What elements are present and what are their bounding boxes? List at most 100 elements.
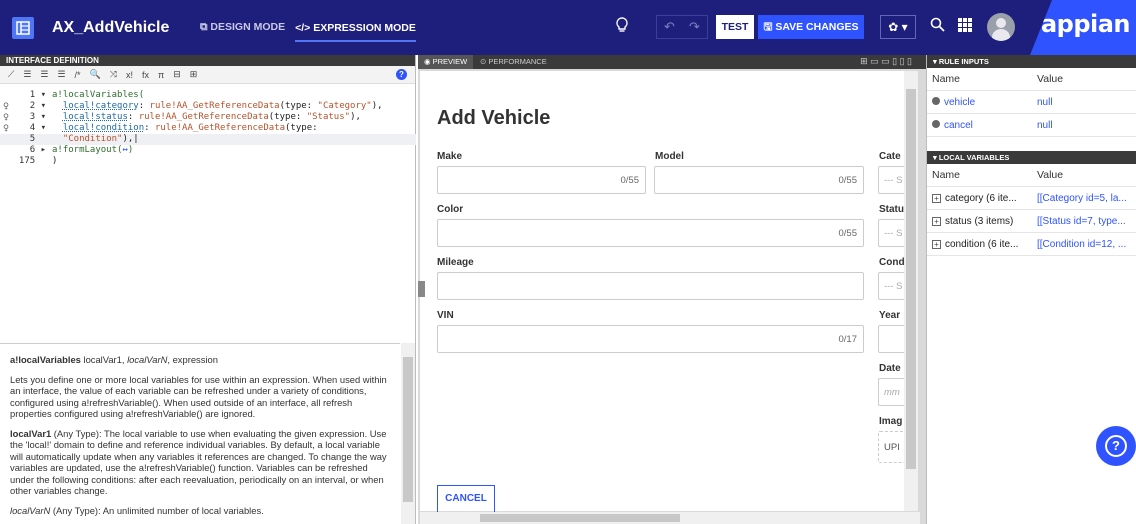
expand-icon[interactable]: ⊞ — [190, 69, 198, 80]
vin-input[interactable]: 0/17 — [437, 325, 864, 353]
line-number: 5 — [29, 134, 46, 144]
date-placeholder: mm — [884, 387, 900, 398]
form-title: Add Vehicle — [437, 107, 551, 129]
insert-icon[interactable]: ⊟ — [173, 69, 181, 80]
upload-button[interactable]: UPI — [884, 442, 900, 453]
expand-plus-icon[interactable]: + — [932, 239, 941, 249]
make-count: 0/55 — [620, 175, 640, 186]
code-line[interactable]: 5 "Condition"),| — [0, 134, 416, 145]
local-variables-header[interactable]: ▾ LOCAL VARIABLES — [927, 151, 1136, 164]
docs-scrollbar[interactable] — [401, 343, 415, 524]
category-placeholder: --- S — [884, 175, 903, 186]
doc-param-n-text: (Any Type): An unlimited number of local… — [50, 504, 264, 516]
list-icon[interactable]: ☰ — [57, 69, 65, 80]
undo-icon[interactable]: ↶ — [657, 16, 682, 38]
rule-inputs-header[interactable]: ▾ RULE INPUTS — [927, 55, 1136, 68]
code-text: "Condition"),| — [62, 134, 139, 144]
code-line[interactable]: 1 ▾ a!localVariables( — [0, 90, 416, 101]
design-mode-tab[interactable]: ⧉ DESIGN MODE — [200, 21, 285, 34]
local-var-value[interactable]: [[Category id=5, la... — [1037, 193, 1136, 204]
app-grid-icon[interactable] — [957, 17, 973, 38]
redo-icon[interactable]: ↷ — [682, 16, 707, 38]
color-input[interactable]: 0/55 — [437, 219, 864, 247]
expression-mode-tab[interactable]: </> EXPRESSION MODE — [295, 22, 416, 42]
indent-icon[interactable]: ☰ — [23, 69, 31, 80]
line-number: 1 ▾ — [29, 90, 46, 100]
doc-signature: a!localVariables localVar1, localVarN, e… — [10, 354, 390, 366]
editor-toolbar: ⟋ ☰ ☰ ☰ /* 🔍 ⤨ x! fx π ⊟ ⊞ ? — [0, 66, 415, 84]
code-line[interactable]: ♀ 3 ▾ local!status: rule!AA_GetReferenceD… — [0, 112, 416, 123]
col-value: Value — [1037, 169, 1064, 181]
interface-definition-panel: INTERFACE DEFINITION ⟋ ☰ ☰ ☰ /* 🔍 ⤨ x! f… — [0, 55, 416, 524]
comment-icon[interactable]: /* — [75, 70, 81, 80]
rule-input-value[interactable]: null — [1037, 97, 1136, 108]
color-count: 0/55 — [838, 228, 858, 239]
code-line[interactable]: ♀ 4 ▾ local!condition: rule!AA_GetReferen… — [0, 123, 416, 134]
rule-input-row[interactable]: cancel null — [927, 114, 1136, 137]
line-number: 6 ▸ — [29, 145, 46, 155]
local-var-value[interactable]: [[Status id=7, type... — [1037, 216, 1136, 227]
doc-param-1-name: localVar1 — [10, 427, 52, 439]
device-size-icons[interactable]: ⊞ ▭ ▭ ▯ ▯ ▯ — [860, 56, 912, 67]
col-value: Value — [1037, 73, 1064, 85]
local-variable-row[interactable]: + status (3 items) [[Status id=7, type... — [927, 210, 1136, 233]
design-mode-icon: ⧉ — [200, 21, 211, 33]
code-line[interactable]: ♀ 2 ▾ local!category: rule!AA_GetReferenc… — [0, 101, 416, 112]
local-variable-row[interactable]: + category (6 ite... [[Category id=5, la..… — [927, 187, 1136, 210]
doc-param-1: localVar1 (Any Type): The local variable… — [10, 428, 390, 497]
local-variable-row[interactable]: + condition (6 ite... [[Condition id=12, .… — [927, 233, 1136, 256]
code-line[interactable]: 6 ▸ a!formLayout(↔) — [0, 145, 416, 156]
search-icon[interactable]: 🔍 — [90, 69, 101, 80]
rule-input-value[interactable]: null — [1037, 120, 1136, 131]
designer-search-icon[interactable] — [930, 17, 946, 38]
constant-icon[interactable]: π — [158, 70, 164, 80]
preview-tabs: ◉ PREVIEW ⊙ PERFORMANCE ⊞ ▭ ▭ ▯ ▯ ▯ — [418, 55, 926, 69]
collapse-panel-handle[interactable] — [418, 281, 425, 297]
doc-sig-italic: localVarN — [127, 354, 168, 365]
year-label: Year — [879, 310, 901, 321]
settings-gear-icon[interactable]: ✿ ▾ — [880, 15, 916, 39]
expand-plus-icon[interactable]: + — [932, 193, 941, 203]
local-var-icon[interactable]: x! — [126, 70, 133, 80]
tab-preview[interactable]: ◉ PREVIEW — [418, 55, 474, 69]
mileage-input[interactable] — [437, 272, 864, 300]
status-placeholder: --- S — [884, 228, 903, 239]
doc-param-n-name: localVarN — [10, 504, 51, 516]
preview-horizontal-scrollbar[interactable] — [420, 512, 920, 524]
question-icon: ? — [1105, 435, 1127, 457]
local-var-value[interactable]: [[Condition id=12, ... — [1037, 239, 1136, 250]
test-button[interactable]: TEST — [716, 15, 754, 39]
code-text: ) — [52, 156, 58, 166]
user-avatar[interactable] — [987, 13, 1015, 41]
tab-performance[interactable]: ⊙ PERFORMANCE — [474, 55, 553, 69]
make-label: Make — [437, 151, 463, 162]
code-editor[interactable]: 1 ▾ a!localVariables(♀ 2 ▾ local!category:… — [0, 84, 416, 336]
vin-count: 0/17 — [838, 334, 858, 345]
help-icon[interactable]: ? — [396, 69, 407, 80]
brand-text: appian — [1040, 10, 1131, 38]
rule-input-name[interactable]: vehicle — [944, 97, 975, 108]
date-label: Date — [879, 363, 901, 374]
expand-plus-icon[interactable]: + — [932, 216, 941, 226]
code-line[interactable]: 175 ) — [0, 156, 416, 167]
local-variables-columns: Name Value — [927, 164, 1136, 187]
function-icon[interactable]: fx — [142, 70, 149, 80]
help-chat-button[interactable]: ? — [1096, 426, 1136, 466]
preview-vertical-scrollbar[interactable] — [904, 71, 918, 511]
model-input[interactable]: 0/55 — [654, 166, 864, 194]
rule-input-row[interactable]: vehicle null — [927, 91, 1136, 114]
save-changes-button[interactable]: 🖫 SAVE CHANGES — [758, 15, 864, 39]
format-icon[interactable]: ⟋ — [8, 69, 14, 80]
outdent-icon[interactable]: ☰ — [40, 69, 48, 80]
replace-icon[interactable]: ⤨ — [110, 69, 117, 80]
form-canvas: Add Vehicle Make 0/55 Model 0/55 Cate --… — [420, 71, 918, 513]
condition-label: Cond — [879, 257, 905, 268]
make-input[interactable]: 0/55 — [437, 166, 646, 194]
input-dot-icon — [932, 96, 940, 105]
cancel-button[interactable]: CANCEL — [437, 485, 495, 513]
app-icon[interactable] — [12, 16, 34, 39]
col-name: Name — [932, 73, 961, 85]
rule-input-name[interactable]: cancel — [944, 120, 973, 131]
lightbulb-icon[interactable] — [616, 17, 628, 38]
